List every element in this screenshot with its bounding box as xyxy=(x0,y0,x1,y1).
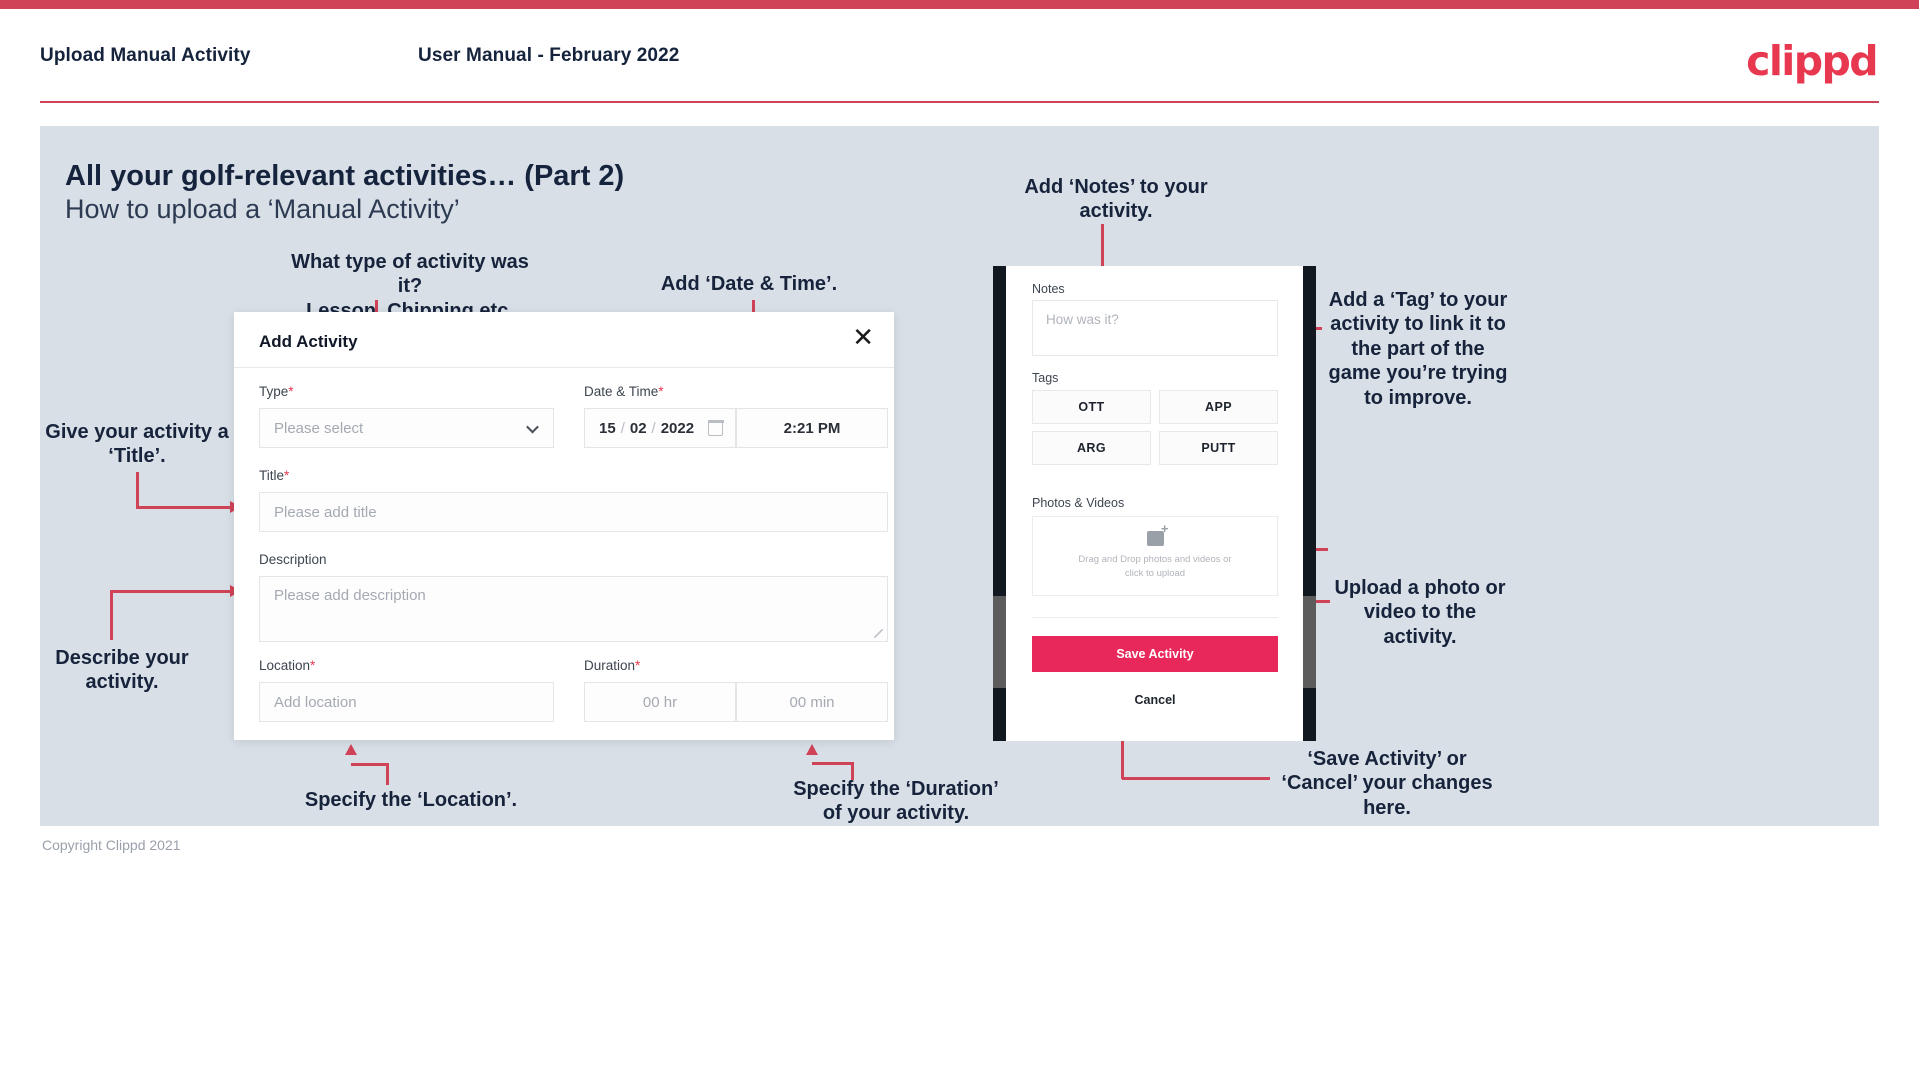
annotation-duration: Specify the ‘Duration’ of your activity. xyxy=(793,778,999,825)
arrow-title-h xyxy=(136,506,232,509)
dialog-title: Add Activity xyxy=(259,332,358,351)
annotation-datetime: Add ‘Date & Time’. xyxy=(660,273,838,295)
page-title: All your golf-relevant activities… (Part… xyxy=(65,160,625,192)
duration-minutes-input[interactable]: 00 min xyxy=(736,682,888,722)
header-center-title: User Manual - February 2022 xyxy=(418,45,680,66)
date-sep-2: / xyxy=(651,419,656,437)
phone-power-button-right xyxy=(1303,596,1316,688)
date-month: 02 xyxy=(629,419,647,437)
tag-button-putt[interactable]: PUTT xyxy=(1159,431,1278,465)
location-label: Location* xyxy=(259,658,315,673)
arrow-location-head xyxy=(345,744,357,755)
description-label: Description xyxy=(259,552,327,567)
annotation-tags: Add a ‘Tag’ to your activity to link it … xyxy=(1328,289,1508,409)
add-image-icon xyxy=(1146,522,1168,546)
dialog-divider xyxy=(234,367,894,368)
resize-grip-icon[interactable] xyxy=(874,629,883,638)
tag-button-app[interactable]: APP xyxy=(1159,390,1278,424)
annotation-notes: Add ‘Notes’ to your activity. xyxy=(1024,176,1208,223)
top-accent-bar xyxy=(0,0,1919,9)
arrow-duration-head xyxy=(806,744,818,755)
duration-label: Duration* xyxy=(584,658,640,673)
date-input[interactable]: 15 / 02 / 2022 xyxy=(584,408,736,448)
phone-bezel-right-top xyxy=(1303,266,1316,596)
tags-label: Tags xyxy=(1032,371,1059,385)
tag-button-arg[interactable]: ARG xyxy=(1032,431,1151,465)
add-activity-dialog: Add Activity ✕ Type* Please select Date … xyxy=(234,312,894,740)
arrow-save-h xyxy=(1122,777,1270,780)
phone-bezel-left-top xyxy=(993,266,1006,596)
date-sep-1: / xyxy=(620,419,625,437)
header-divider xyxy=(40,101,1879,103)
arrow-duration-v xyxy=(851,762,854,780)
notes-input[interactable] xyxy=(1032,300,1278,356)
photos-videos-label: Photos & Videos xyxy=(1032,496,1125,510)
title-input[interactable]: Please add title xyxy=(259,492,888,532)
phone-volume-button-left xyxy=(993,596,1006,688)
location-required-marker: * xyxy=(310,658,316,673)
datetime-label: Date & Time* xyxy=(584,384,664,399)
phone-screen: Notes How was it? Tags OTT APP ARG PUTT … xyxy=(1006,266,1303,741)
cancel-button[interactable]: Cancel xyxy=(1032,689,1278,711)
annotation-upload: Upload a photo or video to the activity. xyxy=(1334,577,1506,648)
annotation-describe: Describe your activity. xyxy=(55,647,189,694)
arrow-title-v xyxy=(136,472,139,508)
phone-divider xyxy=(1032,617,1278,618)
clippd-logo: clippd xyxy=(1746,37,1878,85)
annotation-save-cancel: ‘Save Activity’ or ‘Cancel’ your changes… xyxy=(1281,748,1493,819)
arrow-duration-h xyxy=(812,762,854,765)
title-required-marker: * xyxy=(284,468,290,483)
header-left-title: Upload Manual Activity xyxy=(40,45,251,66)
tag-button-ott[interactable]: OTT xyxy=(1032,390,1151,424)
save-activity-button[interactable]: Save Activity xyxy=(1032,636,1278,672)
chevron-down-icon xyxy=(526,420,539,434)
duration-required-marker: * xyxy=(635,658,641,673)
date-year: 2022 xyxy=(660,419,695,437)
location-label-text: Location xyxy=(259,658,311,673)
slide-page: Upload Manual Activity User Manual - Feb… xyxy=(0,0,1919,1079)
type-label-text: Type xyxy=(259,384,289,399)
copyright-footer: Copyright Clippd 2021 xyxy=(42,837,181,853)
arrow-location-h xyxy=(351,763,389,766)
arrow-describe-h xyxy=(110,590,232,593)
type-select[interactable]: Please select xyxy=(259,408,554,448)
title-label: Title* xyxy=(259,468,289,483)
type-select-placeholder: Please select xyxy=(274,419,364,437)
location-input-placeholder: Add location xyxy=(274,693,357,711)
duration-hours-input[interactable]: 00 hr xyxy=(584,682,736,722)
dropzone-line-1: Drag and Drop photos and videos or xyxy=(1078,553,1232,565)
annotation-location: Specify the ‘Location’. xyxy=(304,789,518,811)
phone-bezel-right-bottom xyxy=(1303,688,1316,741)
date-day: 15 xyxy=(599,419,616,437)
datetime-label-text: Date & Time xyxy=(584,384,659,399)
arrow-describe-v xyxy=(110,592,113,640)
annotation-title: Give your activity a ‘Title’. xyxy=(45,421,229,468)
title-input-placeholder: Please add title xyxy=(274,503,377,521)
time-input[interactable]: 2:21 PM xyxy=(736,408,888,448)
notes-label: Notes xyxy=(1032,282,1065,296)
notes-placeholder: How was it? xyxy=(1046,312,1119,327)
description-placeholder: Please add description xyxy=(274,587,426,604)
phone-mockup: Notes How was it? Tags OTT APP ARG PUTT … xyxy=(993,266,1316,741)
phone-bezel-left-bottom xyxy=(993,688,1006,741)
location-input[interactable]: Add location xyxy=(259,682,554,722)
close-icon[interactable]: ✕ xyxy=(852,325,874,351)
datetime-required-marker: * xyxy=(658,384,664,399)
page-subtitle: How to upload a ‘Manual Activity’ xyxy=(65,194,460,224)
title-label-text: Title xyxy=(259,468,285,483)
photo-dropzone[interactable]: Drag and Drop photos and videos or click… xyxy=(1032,516,1278,596)
dropzone-line-2: click to upload xyxy=(1124,568,1186,579)
type-required-marker: * xyxy=(288,384,294,399)
arrow-location-v xyxy=(386,763,389,785)
duration-label-text: Duration xyxy=(584,658,636,673)
description-textarea[interactable]: Please add description xyxy=(259,576,888,642)
calendar-icon[interactable] xyxy=(707,419,724,436)
type-label: Type* xyxy=(259,384,294,399)
